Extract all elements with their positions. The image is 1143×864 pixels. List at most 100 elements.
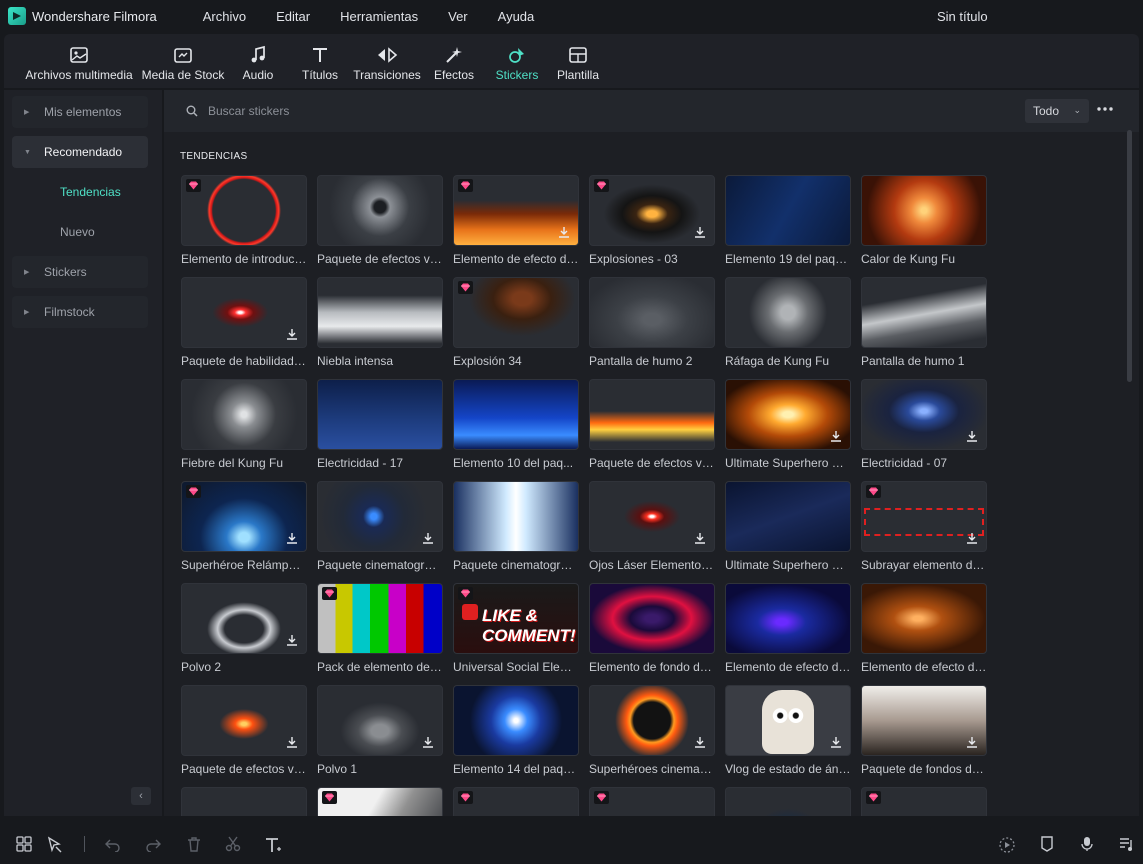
tab-audio[interactable]: Audio (238, 34, 278, 88)
sticker-card[interactable]: Elemento de efecto de... (453, 175, 579, 266)
sticker-card[interactable]: Elemento 10 del paq... (453, 379, 579, 470)
sticker-card[interactable]: Elemento de efecto de... (861, 583, 987, 674)
download-icon[interactable] (966, 736, 978, 748)
sticker-thumbnail (181, 481, 307, 552)
microphone-icon[interactable] (1080, 836, 1094, 852)
sticker-card[interactable]: Electricidad - 07 (861, 379, 987, 470)
tab-transiciones[interactable]: Transiciones (353, 34, 421, 88)
download-icon[interactable] (694, 226, 706, 238)
render-icon[interactable] (998, 836, 1016, 854)
sticker-card[interactable]: Polvo 2 (181, 583, 307, 674)
redo-icon[interactable] (145, 836, 161, 852)
delete-icon[interactable] (186, 836, 202, 852)
audio-list-icon[interactable] (1119, 836, 1135, 852)
sticker-card[interactable]: Elemento de introducc... (181, 175, 307, 266)
download-icon[interactable] (830, 736, 842, 748)
sticker-card[interactable]: LIKE & COMMENT! Universal Social Eleme... (453, 583, 579, 674)
filter-dropdown[interactable]: Todo ⌄ (1025, 99, 1089, 123)
sticker-card[interactable]: Paquete de efectos vis... (589, 379, 715, 470)
sidebar-item-nuevo[interactable]: Nuevo (60, 225, 95, 239)
sticker-thumbnail (453, 481, 579, 552)
sticker-card[interactable] (589, 787, 715, 816)
sticker-card[interactable]: Pack de elemento de ... (317, 583, 443, 674)
sticker-card[interactable]: Ojos Láser Elemento 01 (589, 481, 715, 572)
menu-editar[interactable]: Editar (276, 9, 310, 24)
download-icon[interactable] (286, 328, 298, 340)
sticker-card[interactable] (861, 787, 987, 816)
collapse-sidebar-button[interactable]: ‹ (131, 787, 151, 805)
sticker-card[interactable]: Calor de Kung Fu (861, 175, 987, 266)
select-arrow-icon[interactable] (46, 836, 64, 854)
sidebar-item-tendencias[interactable]: Tendencias (60, 185, 121, 199)
sticker-card[interactable]: Niebla intensa (317, 277, 443, 368)
sticker-card[interactable]: Subrayar elemento del... (861, 481, 987, 572)
undo-icon[interactable] (105, 836, 121, 852)
tab-efectos[interactable]: Efectos (432, 34, 476, 88)
sticker-thumbnail (725, 175, 851, 246)
sticker-card[interactable]: Paquete de efectos vis... (317, 175, 443, 266)
sticker-card[interactable]: Explosión 34 (453, 277, 579, 368)
sticker-card[interactable]: Polvo 1 (317, 685, 443, 776)
tab-archivos-multimedia[interactable]: Archivos multimedia (24, 34, 134, 88)
tab-media-de-stock[interactable]: Media de Stock (142, 34, 224, 88)
download-icon[interactable] (966, 532, 978, 544)
menu-ayuda[interactable]: Ayuda (498, 9, 535, 24)
tab-plantilla[interactable]: Plantilla (554, 34, 602, 88)
sticker-label: Elemento de introducc... (181, 252, 307, 266)
menu-ver[interactable]: Ver (448, 9, 468, 24)
sticker-card[interactable]: Superhéroe Relámpag... (181, 481, 307, 572)
sticker-card[interactable]: Electricidad - 17 (317, 379, 443, 470)
sticker-card[interactable] (725, 787, 851, 816)
scrollbar[interactable] (1127, 130, 1132, 382)
sticker-card[interactable] (181, 787, 307, 816)
sticker-card[interactable]: Pantalla de humo 1 (861, 277, 987, 368)
sticker-card[interactable]: Paquete cinematográf... (453, 481, 579, 572)
sticker-card[interactable]: Pantalla de humo 2 (589, 277, 715, 368)
sticker-card[interactable]: Elemento 14 del paqu... (453, 685, 579, 776)
download-icon[interactable] (286, 634, 298, 646)
download-icon[interactable] (286, 736, 298, 748)
sticker-card[interactable]: Paquete de efectos vis... (181, 685, 307, 776)
sticker-card[interactable]: Elemento de efecto de... (725, 583, 851, 674)
download-icon[interactable] (694, 736, 706, 748)
sticker-thumbnail (453, 685, 579, 756)
text-tool-icon[interactable] (264, 836, 282, 854)
sticker-thumbnail (725, 379, 851, 450)
sticker-card[interactable]: Vlog de estado de áni... (725, 685, 851, 776)
sticker-card[interactable]: Ultimate Superhero El... (725, 481, 851, 572)
menu-herramientas[interactable]: Herramientas (340, 9, 418, 24)
download-icon[interactable] (286, 532, 298, 544)
more-options-button[interactable] (1096, 102, 1116, 118)
search-input[interactable] (208, 101, 608, 121)
tab-titulos[interactable]: Títulos (298, 34, 342, 88)
sticker-card[interactable] (317, 787, 443, 816)
sticker-card[interactable]: Ráfaga de Kung Fu (725, 277, 851, 368)
sticker-card[interactable]: Fiebre del Kung Fu (181, 379, 307, 470)
sticker-card[interactable]: Paquete de fondos de ... (861, 685, 987, 776)
sticker-card[interactable]: Paquete de habilidade... (181, 277, 307, 368)
tab-stickers[interactable]: Stickers (492, 34, 542, 88)
download-icon[interactable] (966, 430, 978, 442)
sidebar-item-filmstock[interactable]: ▶ Filmstock (12, 296, 148, 328)
sticker-card[interactable]: Paquete cinematográf... (317, 481, 443, 572)
sidebar-item-stickers[interactable]: ▶ Stickers (12, 256, 148, 288)
sticker-card[interactable]: Explosiones - 03 (589, 175, 715, 266)
download-icon[interactable] (422, 736, 434, 748)
download-icon[interactable] (830, 430, 842, 442)
marker-icon[interactable] (1040, 836, 1054, 852)
sticker-card[interactable]: Elemento 19 del paqu... (725, 175, 851, 266)
download-icon[interactable] (694, 532, 706, 544)
sidebar-item-mis-elementos[interactable]: ▶ Mis elementos (12, 96, 148, 128)
sidebar-item-recomendado[interactable]: ▼ Recomendado (12, 136, 148, 168)
cut-icon[interactable] (225, 836, 241, 852)
sticker-card[interactable]: Elemento de fondo de... (589, 583, 715, 674)
sticker-thumbnail (453, 379, 579, 450)
layout-icon[interactable] (16, 836, 32, 852)
menu-archivo[interactable]: Archivo (203, 9, 246, 24)
sticker-card[interactable]: Ultimate Superhero El... (725, 379, 851, 470)
download-icon[interactable] (422, 532, 434, 544)
download-icon[interactable] (558, 226, 570, 238)
sticker-card[interactable] (453, 787, 579, 816)
sticker-thumbnail (181, 583, 307, 654)
sticker-card[interactable]: Superhéroes cinemato... (589, 685, 715, 776)
